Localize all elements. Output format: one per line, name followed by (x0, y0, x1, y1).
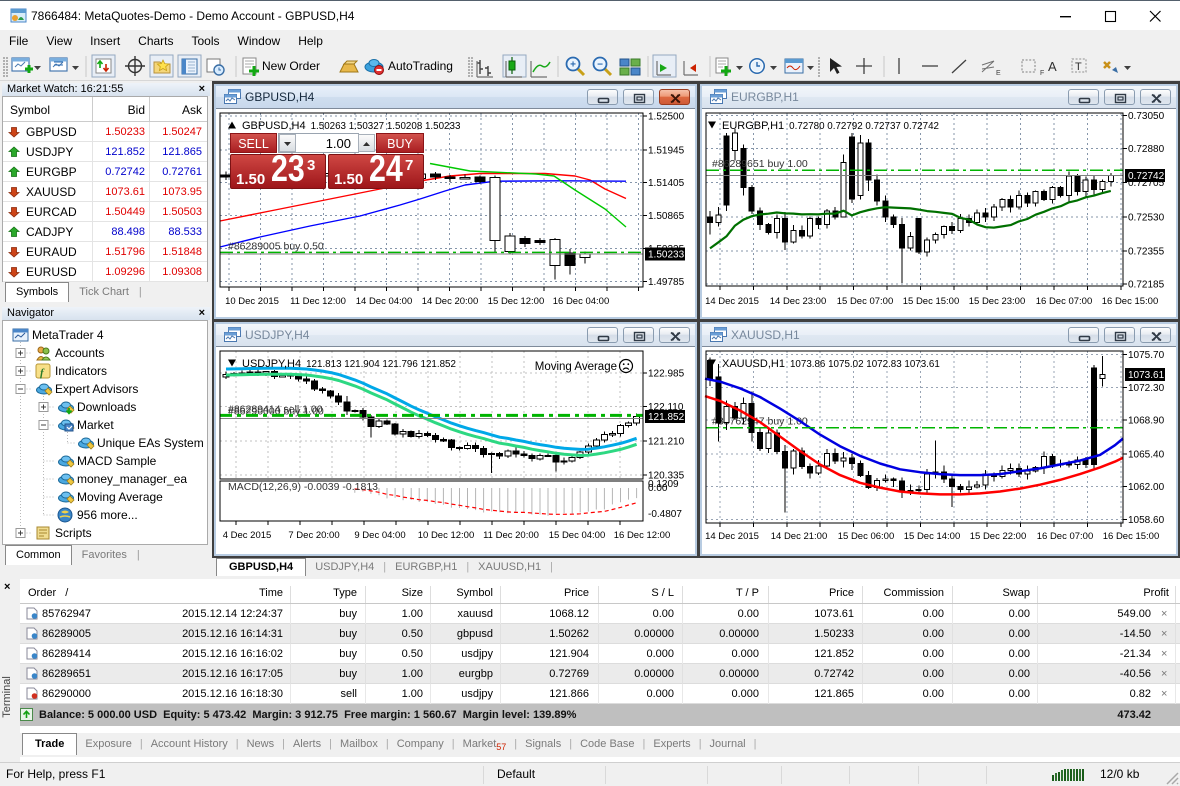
svg-text:MetaTrader 4: MetaTrader 4 (32, 328, 104, 342)
svg-text:16 Dec 07:00: 16 Dec 07:00 (1036, 296, 1093, 307)
svg-text:14 Dec 23:00: 14 Dec 23:00 (770, 296, 827, 307)
svg-text:Market: Market (77, 418, 114, 432)
svg-text:T: T (1075, 61, 1082, 73)
svg-text:GBPUSD,H41.50263 1.50327 1.502: GBPUSD,H4 1.50263 1.50327 1.50208 1.50233 (242, 120, 461, 132)
svg-text:16 Dec 12:00: 16 Dec 12:00 (614, 530, 671, 541)
svg-text:-0.4807: -0.4807 (648, 509, 682, 520)
svg-text:1.51945: 1.51945 (648, 145, 685, 156)
svg-text:1.50233: 1.50233 (648, 250, 685, 261)
svg-text:Scripts: Scripts (55, 526, 92, 540)
svg-text:1065.40: 1065.40 (1128, 449, 1165, 460)
svg-text:15 Dec 04:00: 15 Dec 04:00 (549, 530, 606, 541)
svg-text:9 Dec 04:00: 9 Dec 04:00 (354, 530, 405, 541)
svg-text:1072.30: 1072.30 (1128, 383, 1165, 394)
svg-text:14 Dec 20:00: 14 Dec 20:00 (422, 296, 479, 307)
svg-text:0.72530: 0.72530 (1128, 212, 1165, 223)
svg-text:AutoTrading: AutoTrading (388, 59, 453, 73)
svg-text:#86289651 buy 1.00: #86289651 buy 1.00 (712, 158, 808, 170)
svg-text:Downloads: Downloads (77, 400, 136, 414)
svg-text:money_manager_ea: money_manager_ea (77, 472, 187, 486)
svg-text:−: − (597, 60, 603, 71)
svg-text:+: + (570, 60, 576, 71)
svg-text:MACD(12,26,9) -0.0039 -0.1813: MACD(12,26,9) -0.0039 -0.1813 (228, 481, 378, 493)
svg-text:10 Dec 12:00: 10 Dec 12:00 (418, 530, 475, 541)
svg-text:#86289005 buy 0.50: #86289005 buy 0.50 (228, 240, 324, 252)
svg-text:F: F (1040, 70, 1044, 77)
svg-text:USDJPY,H4121.813 121.904 121.7: USDJPY,H4 121.813 121.904 121.796 121.852 (242, 358, 456, 370)
svg-text:New Order: New Order (262, 59, 320, 73)
svg-text:Accounts: Accounts (55, 346, 104, 360)
svg-text:0.73050: 0.73050 (1128, 111, 1165, 122)
svg-text:15 Dec 12:00: 15 Dec 12:00 (488, 296, 545, 307)
svg-text:15 Dec 15:00: 15 Dec 15:00 (903, 296, 960, 307)
svg-text:Moving Average: Moving Average (535, 361, 617, 373)
svg-text:16 Dec 04:00: 16 Dec 04:00 (553, 296, 610, 307)
svg-text:11 Dec 20:00: 11 Dec 20:00 (483, 530, 539, 541)
svg-text:1.50865: 1.50865 (648, 211, 685, 222)
svg-text:0.72185: 0.72185 (1128, 280, 1165, 291)
svg-text:14 Dec 2015: 14 Dec 2015 (705, 531, 759, 542)
svg-text:16 Dec 15:00: 16 Dec 15:00 (1102, 296, 1159, 307)
svg-text:XAUUSD,H11073.86 1075.02 1072.: XAUUSD,H1 1073.86 1075.02 1072.83 1073.61 (722, 358, 940, 370)
svg-text:15 Dec 07:00: 15 Dec 07:00 (837, 296, 894, 307)
svg-text:0.72742: 0.72742 (1128, 171, 1165, 182)
svg-text:4 Dec 2015: 4 Dec 2015 (223, 530, 272, 541)
svg-text:1.51405: 1.51405 (648, 178, 685, 189)
svg-text:0.72880: 0.72880 (1128, 144, 1165, 155)
svg-text:MACD Sample: MACD Sample (77, 454, 157, 468)
svg-text:121.852: 121.852 (648, 412, 685, 423)
svg-text:15 Dec 14:00: 15 Dec 14:00 (904, 531, 961, 542)
svg-text:EURGBP,H10.72780 0.72792 0.727: EURGBP,H1 0.72780 0.72792 0.72737 0.72742 (722, 120, 939, 132)
svg-text:16 Dec 07:00: 16 Dec 07:00 (1037, 531, 1094, 542)
svg-text:10 Dec 2015: 10 Dec 2015 (225, 296, 279, 307)
svg-text:1073.61: 1073.61 (1128, 370, 1165, 381)
svg-text:E: E (996, 70, 1001, 77)
svg-text:0.00: 0.00 (648, 483, 668, 494)
svg-text:121.210: 121.210 (648, 437, 685, 448)
svg-text:122.985: 122.985 (648, 369, 685, 380)
svg-text:15 Dec 23:00: 15 Dec 23:00 (969, 296, 1026, 307)
svg-text:0.72355: 0.72355 (1128, 246, 1165, 257)
svg-text:1.52500: 1.52500 (648, 112, 685, 123)
svg-text:Moving Average: Moving Average (77, 490, 163, 504)
svg-text:16 Dec 15:00: 16 Dec 15:00 (1103, 531, 1160, 542)
svg-text:11 Dec 12:00: 11 Dec 12:00 (290, 296, 346, 307)
svg-text:15 Dec 06:00: 15 Dec 06:00 (838, 531, 895, 542)
svg-text:Unique EAs System 05: Unique EAs System 05 (97, 436, 208, 450)
svg-text:A: A (1048, 59, 1057, 74)
svg-text:15 Dec 22:00: 15 Dec 22:00 (970, 531, 1027, 542)
svg-text:Expert Advisors: Expert Advisors (55, 382, 138, 396)
svg-text:14 Dec 2015: 14 Dec 2015 (705, 296, 759, 307)
svg-text:14 Dec 04:00: 14 Dec 04:00 (356, 296, 413, 307)
svg-text:Indicators: Indicators (55, 364, 107, 378)
svg-text:956 more...: 956 more... (77, 508, 138, 522)
svg-text:1068.90: 1068.90 (1128, 416, 1165, 427)
svg-text:7 Dec 20:00: 7 Dec 20:00 (288, 530, 339, 541)
svg-text:1058.60: 1058.60 (1128, 515, 1165, 526)
svg-text:1062.00: 1062.00 (1128, 482, 1165, 493)
svg-text:1.49785: 1.49785 (648, 277, 685, 288)
svg-text:1075.70: 1075.70 (1128, 350, 1165, 361)
svg-text:14 Dec 21:00: 14 Dec 21:00 (771, 531, 828, 542)
